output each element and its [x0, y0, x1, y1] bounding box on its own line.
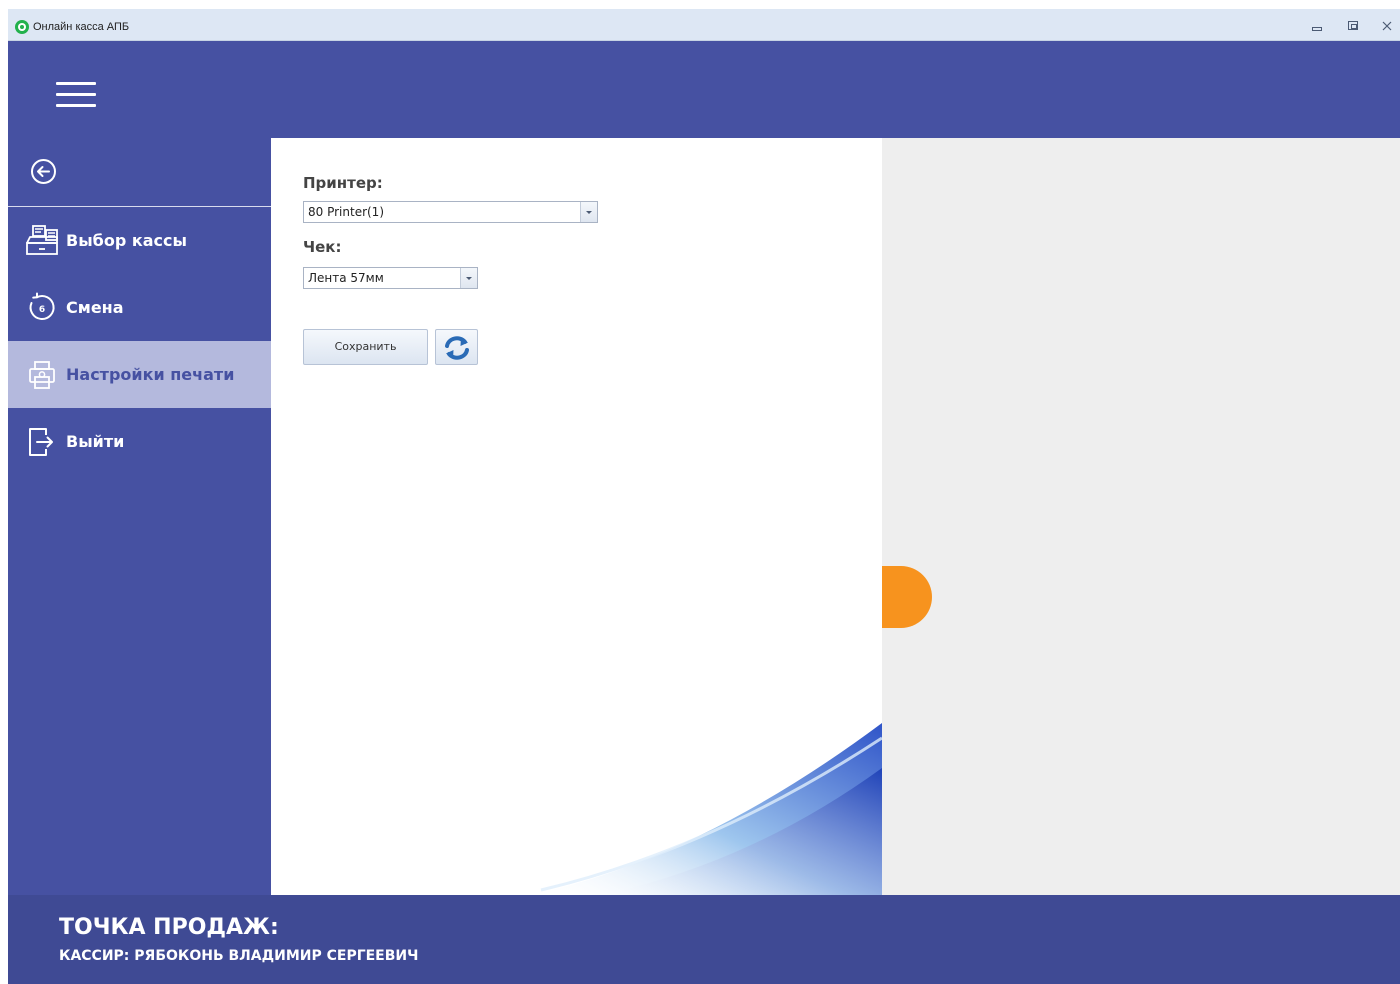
printer-icon: [29, 361, 55, 389]
chevron-down-icon[interactable]: [580, 202, 597, 222]
app-logo-icon: [15, 20, 29, 34]
clock-cycle-icon: 6: [29, 292, 55, 321]
cashier-label: КАССИР: РЯБОКОНЬ ВЛАДИМИР СЕРГЕЕВИЧ: [59, 948, 419, 964]
sidebar: Выбор кассы 6 Смена Настройки печати Вый…: [8, 138, 271, 895]
maximize-icon[interactable]: [1345, 18, 1361, 34]
refresh-icon: [445, 336, 469, 360]
sidebar-item-label: Выйти: [66, 432, 125, 451]
hamburger-menu-icon[interactable]: [56, 82, 96, 108]
receipt-select[interactable]: Лента 57мм: [303, 267, 478, 289]
printer-label: Принтер:: [303, 174, 383, 192]
sidebar-item-shift[interactable]: 6 Смена: [8, 274, 271, 341]
minimize-icon[interactable]: [1309, 18, 1325, 34]
receipt-select-value: Лента 57мм: [308, 271, 384, 285]
arrow-left-circle-icon[interactable]: [30, 158, 57, 185]
sidebar-item-label: Выбор кассы: [66, 231, 187, 250]
cash-register-icon: [26, 225, 58, 255]
sidebar-item-cash-register[interactable]: Выбор кассы: [8, 207, 271, 274]
window-title: Онлайн касса АПБ: [33, 21, 130, 33]
sidebar-item-logout[interactable]: Выйти: [8, 408, 271, 475]
refresh-button[interactable]: [435, 329, 478, 365]
sidebar-item-label: Смена: [66, 298, 124, 317]
sidebar-item-label: Настройки печати: [66, 365, 235, 384]
app-window: Онлайн касса АПБ Выбор кассы 6 Смена Нас…: [8, 9, 1400, 984]
printer-select[interactable]: 80 Printer(1): [303, 201, 598, 223]
sidebar-back-row: [8, 138, 271, 207]
receipt-label: Чек:: [303, 238, 342, 256]
svg-text:6: 6: [39, 305, 45, 315]
decorative-wave: [531, 723, 882, 895]
chevron-down-icon[interactable]: [460, 268, 477, 288]
title-bar[interactable]: Онлайн касса АПБ: [8, 9, 1400, 41]
sidebar-item-print-settings[interactable]: Настройки печати: [8, 341, 271, 408]
print-settings-panel: Принтер: 80 Printer(1) Чек: Лента 57мм С…: [271, 138, 882, 895]
close-icon[interactable]: [1379, 18, 1395, 34]
logout-icon: [29, 428, 53, 456]
printer-select-value: 80 Printer(1): [308, 205, 385, 219]
side-drawer-tab[interactable]: [882, 566, 932, 628]
status-footer: ТОЧКА ПРОДАЖ: КАССИР: РЯБОКОНЬ ВЛАДИМИР …: [8, 895, 1400, 984]
save-button[interactable]: Сохранить: [303, 329, 428, 365]
app-header: [8, 41, 1400, 138]
sales-point-label: ТОЧКА ПРОДАЖ:: [59, 915, 279, 940]
